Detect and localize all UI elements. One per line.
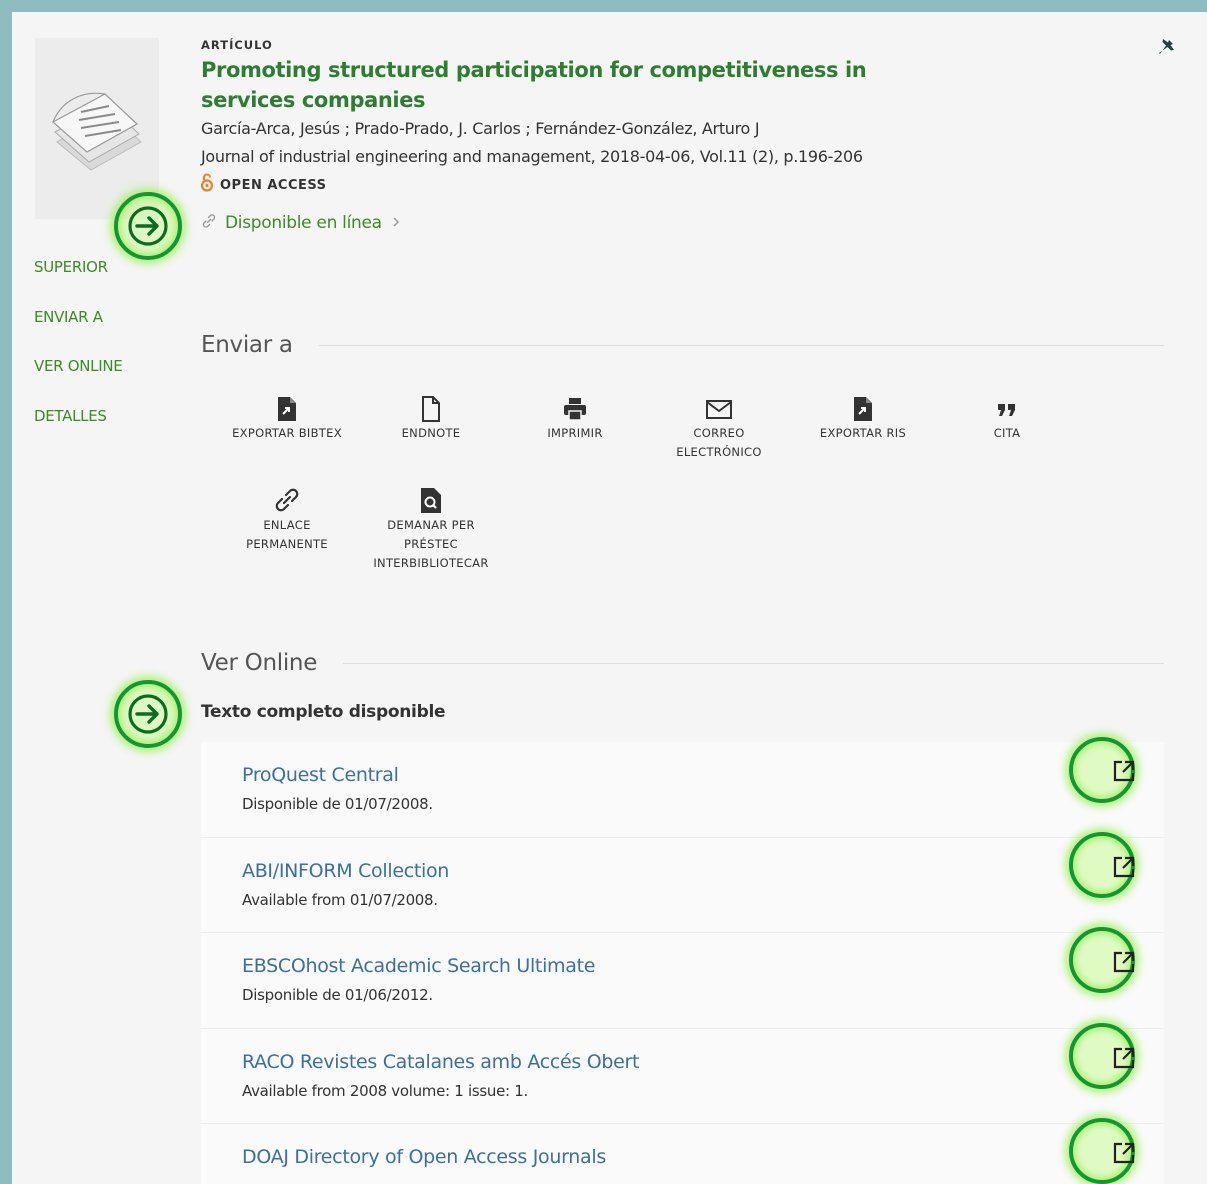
action-label: IMPRIMIR — [547, 426, 603, 440]
open-external-button[interactable] — [1112, 1046, 1136, 1074]
source-item[interactable]: DOAJ Directory of Open Access Journals — [201, 1124, 1164, 1184]
file-export-icon — [278, 397, 296, 421]
divider — [343, 662, 1164, 664]
send-to-section-header: Enviar a — [201, 332, 1164, 358]
action-endnote[interactable]: ENDNOTE — [371, 396, 491, 443]
availability-label: Disponible en línea — [225, 213, 382, 233]
source-name[interactable]: EBSCOhost Academic Search Ultimate — [242, 953, 1164, 979]
full-text-available-label: Texto completo disponible — [201, 702, 446, 722]
open-external-button[interactable] — [1112, 950, 1136, 978]
action-label: ENLACE PERMANENTE — [246, 518, 328, 551]
nav-superior[interactable]: SUPERIOR — [34, 258, 122, 308]
source-coverage: Disponible de 01/07/2008. — [242, 795, 433, 813]
source-name[interactable]: ABI/INFORM Collection — [242, 858, 1164, 884]
file-search-icon — [421, 488, 441, 513]
record-title[interactable]: Promoting structured participation for c… — [201, 55, 961, 115]
source-name[interactable]: DOAJ Directory of Open Access Journals — [242, 1144, 1164, 1170]
send-to-heading: Enviar a — [201, 332, 293, 358]
source-name[interactable]: RACO Revistes Catalanes amb Accés Obert — [242, 1049, 1164, 1075]
action-cite[interactable]: CITA — [947, 396, 1067, 443]
open-access-label: OPEN ACCESS — [220, 177, 327, 193]
envelope-icon — [706, 400, 732, 419]
pin-icon — [1159, 36, 1174, 54]
action-label: EXPORTAR BIBTEX — [232, 426, 342, 440]
external-link-icon — [1113, 760, 1135, 782]
arrow-right-icon — [128, 694, 168, 734]
record-authors: García-Arca, Jesús ; Prado-Prado, J. Car… — [201, 119, 760, 138]
action-interlibrary-loan[interactable]: DEMANAR PER PRÉSTEC INTERBIBLIOTECAR — [359, 486, 503, 573]
source-coverage: Available from 2008 volume: 1 issue: 1. — [242, 1081, 528, 1100]
action-export-bibtex[interactable]: EXPORTAR BIBTEX — [227, 396, 347, 443]
open-access-badge: OPEN ACCESS — [200, 171, 1161, 199]
source-coverage: Available from 01/07/2008. — [242, 890, 438, 909]
printer-icon — [564, 398, 586, 421]
source-name[interactable]: ProQuest Central — [242, 762, 1164, 788]
chevron-right-icon — [392, 214, 400, 232]
nav-enviar-a[interactable]: ENVIAR A — [34, 308, 122, 358]
record-section-nav: SUPERIOR ENVIAR A VER ONLINE DETALLES — [34, 258, 123, 457]
action-label: EXPORTAR RIS — [819, 426, 907, 440]
action-label: CITA — [993, 426, 1021, 440]
action-email[interactable]: CORREO ELECTRÓNICO — [659, 396, 779, 462]
nav-detalles[interactable]: DETALLES — [34, 407, 122, 457]
source-item[interactable]: RACO Revistes Catalanes amb Accés Obert … — [201, 1028, 1164, 1124]
file-export-icon — [854, 397, 872, 421]
pin-record-button[interactable] — [1157, 34, 1179, 62]
link-icon — [201, 213, 217, 233]
action-export-ris[interactable]: EXPORTAR RIS — [803, 396, 923, 443]
source-item[interactable]: EBSCOhost Academic Search Ultimate Dispo… — [201, 933, 1164, 1029]
record-source: Journal of industrial engineering and ma… — [201, 147, 863, 166]
action-label: CORREO ELECTRÓNICO — [676, 426, 762, 459]
open-external-button[interactable] — [1112, 855, 1136, 883]
open-external-button[interactable] — [1112, 1141, 1136, 1169]
view-online-heading: Ver Online — [201, 650, 318, 676]
open-external-button[interactable] — [1112, 759, 1136, 787]
action-label: ENDNOTE — [401, 426, 461, 440]
record-panel: SUPERIOR ENVIAR A VER ONLINE DETALLES AR… — [12, 12, 1207, 1184]
external-link-icon — [1113, 1047, 1135, 1068]
document-thumbnail-icon — [51, 92, 142, 171]
full-text-sources-list: ProQuest Central Disponible de 01/07/200… — [201, 742, 1164, 1184]
link-icon — [275, 488, 299, 512]
view-online-section-header: Ver Online — [201, 650, 1164, 676]
divider — [318, 344, 1164, 346]
availability-link[interactable]: Disponible en línea — [201, 213, 1161, 233]
nav-ver-online[interactable]: VER ONLINE — [34, 357, 123, 407]
open-access-lock-icon — [200, 173, 214, 197]
source-coverage: Disponible de 01/06/2012. — [242, 986, 433, 1004]
action-print[interactable]: IMPRIMIR — [515, 396, 635, 443]
record-thumbnail — [35, 38, 159, 219]
external-link-icon — [1113, 951, 1135, 973]
highlight-arrow-full-text — [114, 680, 182, 748]
quote-icon — [998, 404, 1015, 416]
action-label: DEMANAR PER PRÉSTEC INTERBIBLIOTECAR — [373, 518, 489, 570]
record-type: ARTÍCULO — [201, 38, 273, 52]
file-icon — [422, 396, 440, 422]
record-brief: ARTÍCULO Promoting structured participat… — [200, 38, 1161, 233]
action-permalink[interactable]: ENLACE PERMANENTE — [227, 486, 347, 554]
source-item[interactable]: ABI/INFORM Collection Available from 01/… — [201, 837, 1164, 933]
source-item[interactable]: ProQuest Central Disponible de 01/07/200… — [201, 742, 1164, 838]
external-link-icon — [1113, 1142, 1135, 1164]
external-link-icon — [1113, 856, 1135, 877]
